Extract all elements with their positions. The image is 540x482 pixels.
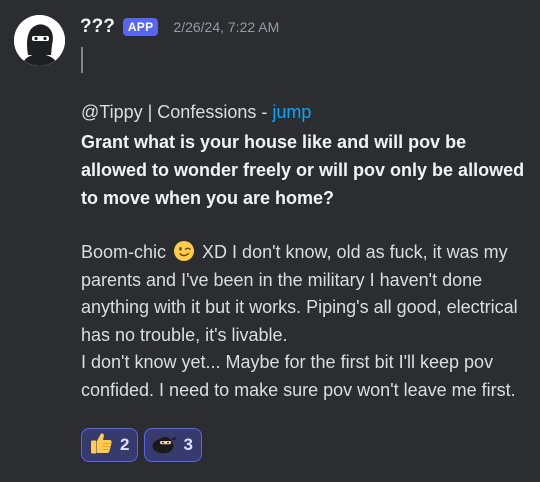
username[interactable]: ???	[80, 16, 115, 38]
reaction-ninja[interactable]: 3	[144, 428, 202, 462]
answer-part-1: Boom-chic	[81, 242, 167, 262]
reactions-bar: 2 3	[81, 428, 202, 462]
answer-part-3: I don't know yet... Maybe for the first …	[81, 352, 516, 400]
text-cursor	[81, 47, 83, 73]
reply-reference: @Tippy | Confessions - jump	[81, 100, 531, 125]
timestamp[interactable]: 2/26/24, 7:22 AM	[173, 19, 279, 35]
answer-text: Boom-chic XD I don't know, old as fuck, …	[81, 239, 531, 404]
reaction-thumbs-up[interactable]: 2	[81, 428, 139, 462]
jump-link[interactable]: jump	[272, 102, 311, 122]
message-content: @Tippy | Confessions - jump Grant what i…	[81, 100, 531, 404]
winking-face-icon	[173, 240, 195, 262]
message-header: ??? APP 2/26/24, 7:22 AM	[80, 14, 279, 40]
app-badge: APP	[122, 18, 159, 36]
reply-prefix: @Tippy | Confessions -	[81, 102, 273, 122]
reaction-count: 3	[183, 435, 193, 454]
thumbs-up-icon	[88, 430, 114, 461]
question-text: Grant what is your house like and will p…	[81, 132, 525, 208]
ninja-avatar-icon[interactable]	[14, 15, 65, 66]
ninja-emoji-icon	[151, 430, 177, 461]
reaction-count: 2	[120, 435, 130, 454]
message: ??? APP 2/26/24, 7:22 AM @Tippy | Confes…	[0, 0, 540, 482]
